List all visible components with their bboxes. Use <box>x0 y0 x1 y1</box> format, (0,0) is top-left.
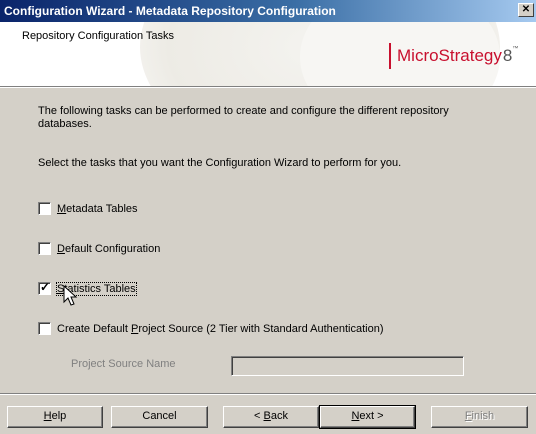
checkmark-icon: ✓ <box>40 280 51 294</box>
footer-separator <box>0 393 536 395</box>
page-subtitle: Repository Configuration Tasks <box>22 30 175 42</box>
mouse-pointer-icon <box>63 285 78 306</box>
back-button[interactable]: < Back <box>223 406 319 428</box>
close-button[interactable]: ✕ <box>518 3 534 17</box>
metadata-tables-option[interactable]: Metadata Tables <box>38 202 138 215</box>
project-source-name-label: Project Source Name <box>71 358 176 370</box>
window-title: Configuration Wizard - Metadata Reposito… <box>4 4 336 18</box>
finish-button[interactable]: Finish <box>431 406 528 428</box>
close-icon: ✕ <box>521 4 531 15</box>
create-project-source-checkbox[interactable] <box>38 322 51 335</box>
help-button[interactable]: Help <box>7 406 103 428</box>
statistics-tables-option[interactable]: ✓ Statistics Tables <box>38 280 137 296</box>
header-separator <box>0 86 536 88</box>
window-title-bar[interactable]: Configuration Wizard - Metadata Reposito… <box>0 0 536 22</box>
wizard-header: Repository Configuration Tasks MicroStra… <box>0 22 536 86</box>
create-project-source-option[interactable]: Create Default Project Source (2 Tier wi… <box>38 322 384 335</box>
statistics-tables-checkbox[interactable]: ✓ <box>38 280 51 295</box>
default-configuration-label: Default Configuration <box>57 242 161 255</box>
create-project-source-label: Create Default Project Source (2 Tier wi… <box>57 322 384 335</box>
default-configuration-option[interactable]: Default Configuration <box>38 242 160 255</box>
next-button[interactable]: Next > <box>319 405 416 429</box>
default-configuration-checkbox[interactable] <box>38 242 51 255</box>
cancel-button[interactable]: Cancel <box>111 406 208 428</box>
logo-tm: ™ <box>512 46 519 52</box>
metadata-tables-label: Metadata Tables <box>57 202 138 215</box>
logo-version: 8™ <box>502 46 519 65</box>
microstrategy-logo: MicroStrategy 8™ <box>389 42 531 70</box>
logo-bar <box>389 43 391 69</box>
logo-text: MicroStrategy <box>397 46 502 65</box>
metadata-tables-checkbox[interactable] <box>38 202 51 215</box>
intro-text: The following tasks can be performed to … <box>38 105 449 130</box>
instruction-text: Select the tasks that you want the Confi… <box>38 157 402 169</box>
project-source-name-input[interactable] <box>231 356 464 376</box>
